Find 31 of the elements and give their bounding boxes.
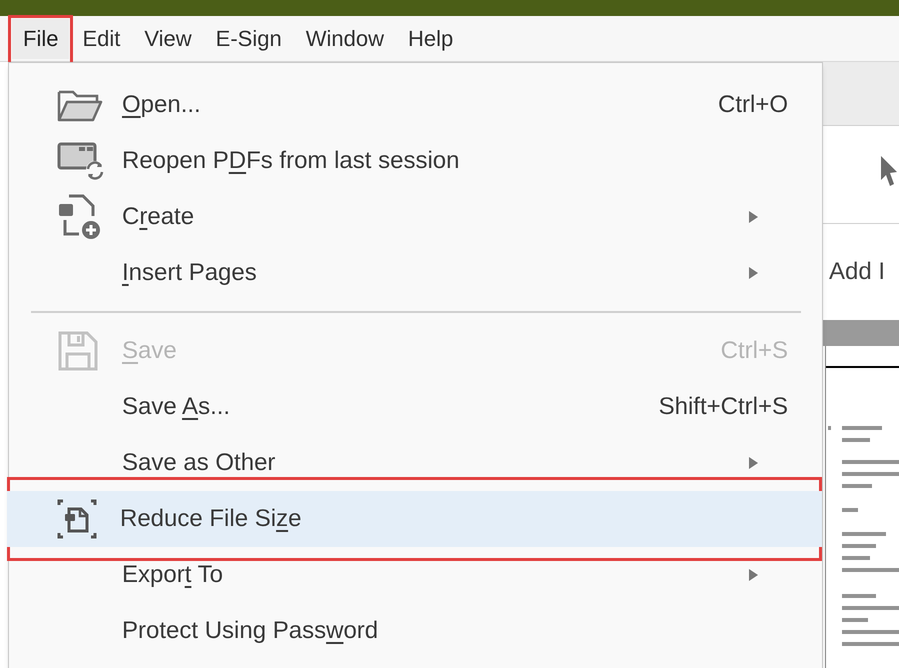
menu-option-label: Protect Using Password bbox=[122, 616, 378, 646]
menu-item[interactable]: Edit bbox=[71, 18, 132, 58]
menu-item[interactable]: View bbox=[133, 18, 203, 58]
menu-option-label: Open... bbox=[122, 90, 201, 120]
menu-option[interactable]: Export To bbox=[9, 547, 822, 603]
menu-option-label: Reduce File Size bbox=[120, 504, 302, 534]
tool-label[interactable]: Add I bbox=[829, 254, 886, 290]
menu-option-label: Reopen PDFs from last session bbox=[122, 146, 460, 176]
menu-option[interactable]: Protect Using Password bbox=[9, 603, 822, 659]
menu-option-label: Create bbox=[122, 202, 194, 232]
menu-option[interactable]: Insert Pages bbox=[9, 245, 822, 301]
folder-icon bbox=[57, 88, 103, 122]
shortcut-label: Shift+Ctrl+S bbox=[658, 392, 788, 422]
menu-option-label: Save bbox=[122, 336, 177, 366]
shortcut-label: Ctrl+S bbox=[720, 336, 788, 366]
menu-option[interactable]: Create bbox=[9, 189, 822, 245]
menu-option[interactable]: Open... Ctrl+O bbox=[9, 77, 822, 133]
menu-item[interactable]: E-Sign bbox=[204, 18, 293, 58]
menu-option-label: Insert Pages bbox=[122, 258, 257, 288]
menu-option-label: Save As... bbox=[122, 392, 230, 422]
menu-option[interactable]: Reopen PDFs from last session bbox=[9, 133, 822, 189]
menu-option[interactable]: Reduce File Size bbox=[7, 491, 822, 547]
shortcut-label: Ctrl+O bbox=[718, 90, 788, 120]
menu-option[interactable]: Save As... Shift+Ctrl+S bbox=[9, 379, 822, 435]
compress-document-icon bbox=[55, 497, 99, 541]
save-icon bbox=[57, 330, 99, 372]
menu-item[interactable]: Help bbox=[396, 18, 464, 58]
menu-option[interactable]: Save as Other bbox=[9, 435, 822, 491]
menu-item[interactable]: Window bbox=[294, 18, 395, 58]
menu-option-label: Export To bbox=[122, 560, 223, 590]
menu-option-label: Save as Other bbox=[122, 448, 276, 478]
